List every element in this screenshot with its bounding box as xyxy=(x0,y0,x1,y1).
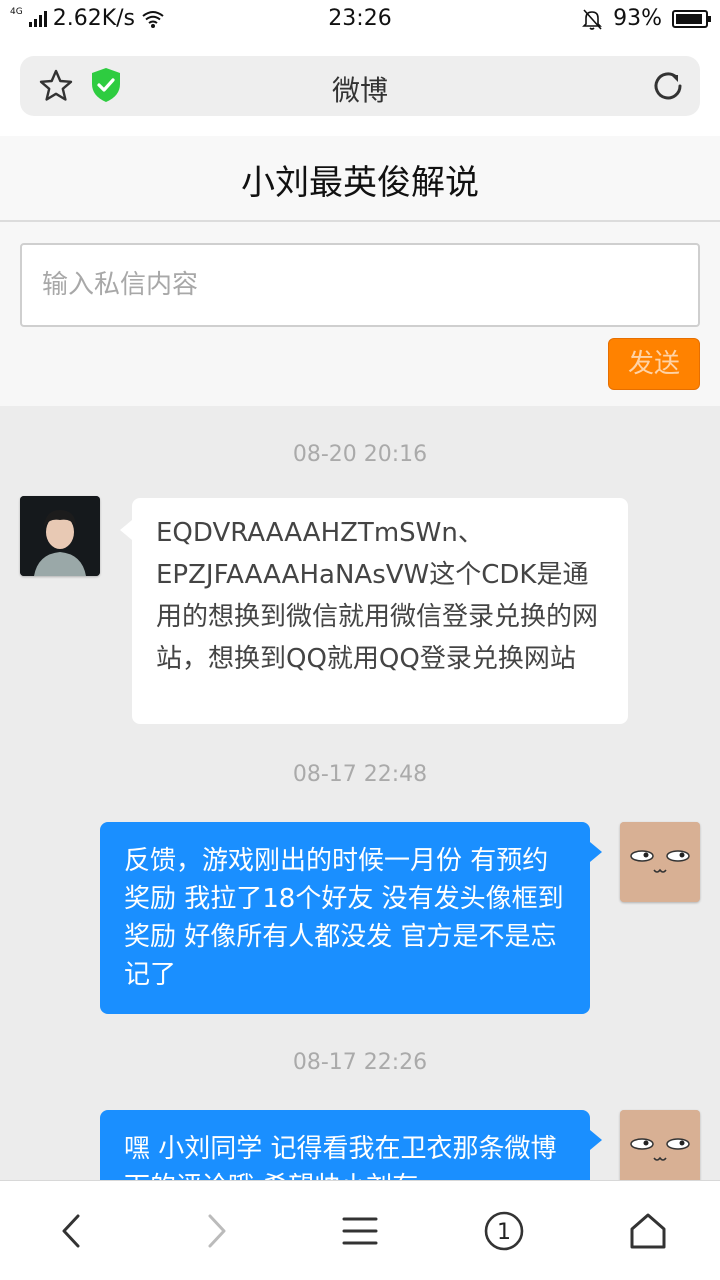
chevron-right-icon xyxy=(208,1214,226,1248)
back-button[interactable] xyxy=(42,1201,102,1261)
forward-button[interactable] xyxy=(186,1201,246,1261)
person-photo-icon xyxy=(20,496,100,576)
home-button[interactable] xyxy=(618,1201,678,1261)
outgoing-message-bubble[interactable]: 嘿 小刘同学 记得看我在卫衣那条微博下的评论哦 希望帅小刘有 xyxy=(100,1110,602,1180)
hamburger-menu-icon xyxy=(342,1217,378,1245)
battery-fill xyxy=(676,13,703,24)
meme-face-icon xyxy=(620,1110,700,1180)
page-site-title: 微博 xyxy=(331,74,388,107)
page-title: 小刘最英俊解说 xyxy=(241,163,479,203)
message-timestamp: 08-17 22:26 xyxy=(292,1050,428,1075)
browser-bottom-nav: 1 xyxy=(0,1180,720,1280)
conversation-header: 小刘最英俊解说 xyxy=(0,136,720,222)
status-bar: 4G 2.62K/s 23:26 93% xyxy=(0,0,720,40)
message-input[interactable] xyxy=(20,243,700,327)
avatar[interactable] xyxy=(620,822,700,902)
battery-icon xyxy=(672,9,711,28)
tabs-button[interactable]: 1 xyxy=(474,1201,534,1261)
message-list[interactable]: 08-20 20:16 EQDVRAAAAHZTmSWn、EPZJFAAAAHa… xyxy=(0,406,720,1180)
message-timestamp: 08-20 20:16 xyxy=(292,442,428,467)
compose-area: 发送 xyxy=(0,222,720,406)
message-timestamp: 08-17 22:48 xyxy=(292,762,428,787)
outgoing-message-bubble[interactable]: 反馈，游戏刚出的时候一月份 有预约奖励 我拉了18个好友 没有发头像框到奖励 好… xyxy=(100,822,602,1014)
status-right: 93% xyxy=(581,6,711,31)
incoming-message-bubble[interactable]: EQDVRAAAAHZTmSWn、EPZJFAAAAHaNAsVW这个CDK是通… xyxy=(120,498,628,724)
tab-count: 1 xyxy=(497,1220,511,1245)
avatar[interactable] xyxy=(20,496,100,576)
menu-button[interactable] xyxy=(330,1201,390,1261)
battery-percent: 93% xyxy=(613,6,662,31)
tab-count-icon: 1 xyxy=(484,1211,524,1251)
reload-icon[interactable] xyxy=(650,68,686,104)
address-field[interactable]: 微博 xyxy=(20,56,700,116)
chevron-left-icon xyxy=(62,1214,80,1248)
home-icon xyxy=(630,1213,666,1249)
avatar[interactable] xyxy=(620,1110,700,1180)
send-button[interactable]: 发送 xyxy=(608,338,700,390)
mute-bell-icon xyxy=(582,8,603,30)
meme-face-icon xyxy=(620,822,700,902)
browser-address-bar: 微博 xyxy=(0,40,720,136)
